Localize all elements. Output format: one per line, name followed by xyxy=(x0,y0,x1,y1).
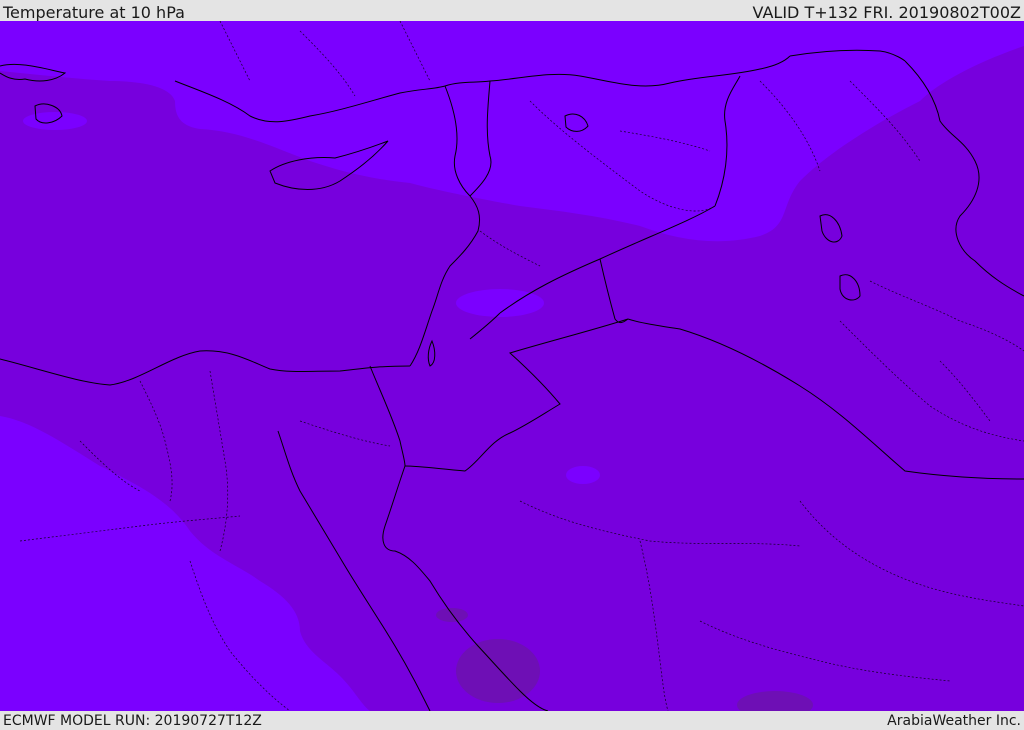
footer-bar: ECMWF MODEL RUN: 20190727T12Z ArabiaWeat… xyxy=(0,711,1024,729)
map-title: Temperature at 10 hPa xyxy=(3,3,185,22)
map-panel xyxy=(0,21,1024,711)
model-run-label: ECMWF MODEL RUN: 20190727T12Z xyxy=(3,713,262,729)
cool-patch-arabia xyxy=(566,466,600,484)
warm-patch-red-sea xyxy=(456,639,540,703)
warm-patch-small xyxy=(436,608,468,622)
credit-label: ArabiaWeather Inc. xyxy=(887,713,1021,729)
valid-time-label: VALID T+132 FRI. 20190802T00Z xyxy=(752,3,1021,22)
map-svg xyxy=(0,21,1024,711)
header-bar: Temperature at 10 hPa VALID T+132 FRI. 2… xyxy=(0,0,1024,22)
